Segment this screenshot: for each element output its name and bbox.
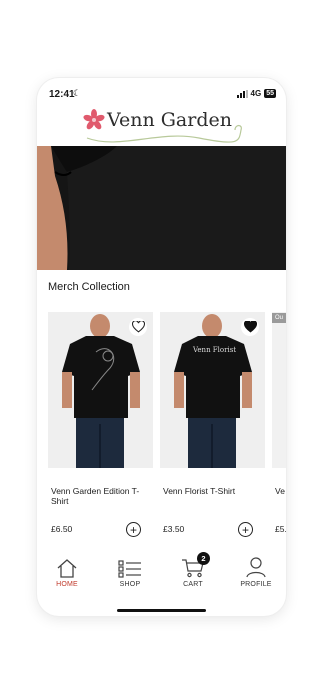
product-image[interactable]: [48, 312, 153, 468]
flower-icon: [83, 109, 105, 130]
product-card[interactable]: Venn Garden Edition T-Shirt £6.50 +: [48, 312, 153, 537]
tab-home[interactable]: HOME: [42, 556, 92, 588]
add-to-cart-button[interactable]: +: [238, 522, 253, 537]
product-card[interactable]: Ou Ve £5.: [272, 312, 286, 534]
product-price: £3.50: [163, 524, 185, 534]
tab-label: CART: [183, 581, 203, 588]
bottom-tab-bar: HOME SHOP 2 CART PROFILE: [37, 552, 286, 596]
phone-screen: 12:41 ☾ 4G 55 Venn Garden Merch Collecti…: [37, 78, 286, 616]
status-time: 12:41: [49, 89, 75, 100]
add-to-cart-button[interactable]: +: [126, 522, 141, 537]
moon-icon: ☾: [73, 88, 82, 98]
list-icon: [105, 556, 155, 578]
tab-label: SHOP: [119, 581, 141, 588]
product-price: £5.: [275, 524, 286, 534]
out-of-stock-badge: Ou: [272, 313, 286, 323]
product-price: £6.50: [51, 524, 73, 534]
wishlist-heart-filled-icon[interactable]: [241, 318, 259, 336]
product-name[interactable]: Venn Garden Edition T-Shirt: [51, 486, 149, 506]
product-name[interactable]: Venn Florist T-Shirt: [163, 486, 261, 496]
plus-icon: +: [129, 522, 137, 537]
network-label: 4G: [250, 89, 262, 98]
plus-icon: +: [241, 522, 249, 537]
product-card[interactable]: Venn Florist Venn Florist T-Shirt £3.50 …: [160, 312, 265, 537]
signal-icon: [236, 89, 248, 98]
brand-name: Venn Garden: [107, 109, 232, 131]
home-indicator[interactable]: [117, 609, 206, 612]
product-image[interactable]: Ou: [272, 312, 286, 468]
wishlist-heart-icon[interactable]: [129, 318, 147, 336]
tshirt-closeup-image: [37, 146, 286, 270]
brand-logo[interactable]: Venn Garden: [79, 106, 249, 146]
tab-label: PROFILE: [240, 581, 272, 588]
tab-label: HOME: [56, 581, 78, 588]
home-icon: [42, 556, 92, 578]
profile-icon: [231, 556, 281, 578]
product-name[interactable]: Ve: [275, 486, 286, 496]
battery-icon: 55: [264, 89, 276, 98]
cart-icon: [168, 556, 218, 578]
status-bar: 12:41 ☾ 4G 55: [37, 78, 286, 108]
status-indicators: 4G 55: [236, 89, 276, 98]
section-title: Merch Collection: [48, 281, 130, 293]
cart-count-badge: 2: [197, 552, 210, 565]
shirt-print-text: Venn Florist: [193, 346, 237, 354]
tab-profile[interactable]: PROFILE: [231, 556, 281, 588]
tab-shop[interactable]: SHOP: [105, 556, 155, 588]
product-image[interactable]: Venn Florist: [160, 312, 265, 468]
hero-banner-image[interactable]: [37, 146, 286, 270]
tab-cart[interactable]: 2 CART: [168, 552, 218, 588]
